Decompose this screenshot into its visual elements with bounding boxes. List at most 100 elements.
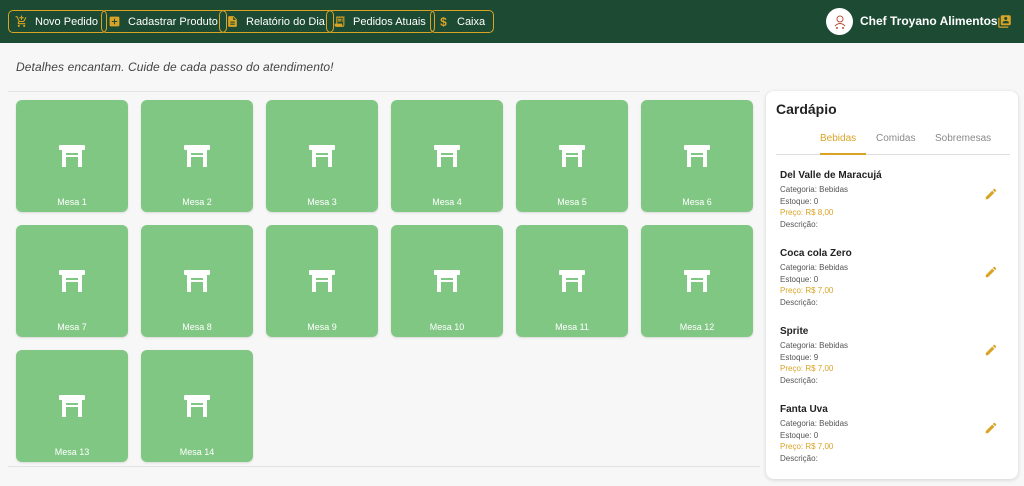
- table-label: Mesa 6: [682, 197, 712, 207]
- current-orders-label: Pedidos Atuais: [353, 15, 426, 28]
- tab-comidas[interactable]: Comidas: [876, 133, 915, 144]
- table-icon: [59, 145, 85, 167]
- register-product-label: Cadastrar Produto: [128, 15, 218, 28]
- table-icon: [184, 270, 210, 292]
- table-card[interactable]: Mesa 2: [141, 100, 253, 212]
- profile-button[interactable]: [996, 13, 1012, 29]
- pencil-icon: [984, 187, 998, 206]
- daily-report-button[interactable]: Relatório do Dia: [219, 10, 334, 33]
- menu-tabs: Bebidas Comidas Sobremesas: [776, 127, 1010, 155]
- new-order-button[interactable]: Novo Pedido: [8, 10, 107, 33]
- tab-sobremesas[interactable]: Sobremesas: [935, 133, 991, 144]
- product-price: Preço: R$ 7,00: [780, 442, 834, 451]
- product-category: Categoria: Bebidas: [780, 341, 849, 350]
- contacts-book-icon: [997, 14, 1011, 28]
- product-stock: Estoque: 0: [780, 430, 819, 440]
- table-card[interactable]: Mesa 13: [16, 350, 128, 462]
- table-label: Mesa 2: [182, 197, 212, 207]
- tables-grid: Mesa 1 Mesa 2 Mesa 3 Mesa 4 Mesa 5 Mesa 6 Mesa…: [8, 91, 760, 467]
- add-box-icon: [108, 15, 121, 28]
- table-label: Mesa 1: [57, 197, 87, 207]
- product-price: Preço: R$ 7,00: [780, 286, 834, 295]
- product-stock: Estoque: 0: [780, 274, 819, 284]
- table-card[interactable]: Mesa 8: [141, 225, 253, 337]
- cashier-label: Caixa: [457, 15, 486, 28]
- table-card[interactable]: Mesa 12: [641, 225, 753, 337]
- product-category: Categoria: Bebidas: [780, 185, 849, 194]
- table-label: Mesa 9: [307, 322, 337, 332]
- product-description: Descrição:: [780, 453, 818, 463]
- table-icon: [184, 145, 210, 167]
- table-icon: [434, 145, 460, 167]
- table-card[interactable]: Mesa 11: [516, 225, 628, 337]
- table-card[interactable]: Mesa 3: [266, 100, 378, 212]
- menu-title: Cardápio: [776, 101, 837, 117]
- table-icon: [559, 270, 585, 292]
- table-label: Mesa 11: [555, 322, 589, 332]
- edit-product-button[interactable]: [984, 265, 998, 284]
- product-description: Descrição:: [780, 375, 818, 385]
- product-item: Coca cola Zero Categoria: Bebidas Estoque:…: [780, 248, 1010, 308]
- document-icon: [226, 15, 239, 28]
- table-icon: [559, 145, 585, 167]
- cart-plus-icon: [15, 15, 28, 28]
- product-description: Descrição:: [780, 219, 818, 229]
- register-product-button[interactable]: Cadastrar Produto: [101, 10, 227, 33]
- product-price: Preço: R$ 7,00: [780, 364, 834, 373]
- edit-product-button[interactable]: [984, 343, 998, 362]
- product-name: Fanta Uva: [780, 404, 828, 415]
- table-card[interactable]: Mesa 7: [16, 225, 128, 337]
- table-label: Mesa 7: [57, 322, 87, 332]
- table-icon: [684, 270, 710, 292]
- new-order-label: Novo Pedido: [35, 15, 98, 28]
- tab-bebidas[interactable]: Bebidas: [820, 133, 856, 144]
- pencil-icon: [984, 343, 998, 362]
- product-name: Del Valle de Maracujá: [780, 170, 882, 181]
- top-bar: Novo Pedido Cadastrar Produto Relatório …: [0, 0, 1024, 43]
- product-item: Del Valle de Maracujá Categoria: Bebidas E…: [780, 170, 1010, 230]
- table-label: Mesa 10: [429, 322, 465, 332]
- product-name: Sprite: [780, 326, 809, 337]
- active-tab-indicator: [820, 153, 866, 155]
- product-stock: Estoque: 9: [780, 352, 819, 362]
- table-icon: [309, 145, 335, 167]
- table-icon: [309, 270, 335, 292]
- table-label: Mesa 8: [182, 322, 212, 332]
- table-card[interactable]: Mesa 9: [266, 225, 378, 337]
- table-card[interactable]: Mesa 6: [641, 100, 753, 212]
- brand-logo: [826, 8, 853, 35]
- table-card[interactable]: Mesa 1: [16, 100, 128, 212]
- table-card[interactable]: Mesa 4: [391, 100, 503, 212]
- product-item: Sprite Categoria: Bebidas Estoque: 9 Preço:…: [780, 326, 1010, 386]
- current-orders-button[interactable]: Pedidos Atuais: [326, 10, 435, 33]
- cashier-button[interactable]: $ Caixa: [430, 10, 495, 33]
- pencil-icon: [984, 421, 998, 440]
- table-icon: [59, 270, 85, 292]
- table-label: Mesa 13: [54, 447, 90, 457]
- table-icon: [684, 145, 710, 167]
- product-stock: Estoque: 0: [780, 196, 819, 206]
- table-card[interactable]: Mesa 10: [391, 225, 503, 337]
- table-card[interactable]: Mesa 14: [141, 350, 253, 462]
- edit-product-button[interactable]: [984, 187, 998, 206]
- table-card[interactable]: Mesa 5: [516, 100, 628, 212]
- pencil-icon: [984, 265, 998, 284]
- table-label: Mesa 3: [307, 197, 337, 207]
- edit-product-button[interactable]: [984, 421, 998, 440]
- menu-panel: Cardápio Bebidas Comidas Sobremesas Del …: [766, 91, 1018, 479]
- product-category: Categoria: Bebidas: [780, 419, 849, 428]
- product-item: Fanta Uva Categoria: Bebidas Estoque: 0 Pre…: [780, 404, 1010, 464]
- brand-name: Chef Troyano Alimentos: [860, 14, 998, 28]
- slogan: Detalhes encantam. Cuide de cada passo d…: [16, 60, 334, 74]
- table-icon: [59, 395, 85, 417]
- product-price: Preço: R$ 8,00: [780, 208, 834, 217]
- daily-report-label: Relatório do Dia: [246, 15, 325, 28]
- table-icon: [184, 395, 210, 417]
- dollar-icon: $: [440, 14, 447, 29]
- product-description: Descrição:: [780, 297, 818, 307]
- receipt-icon: [333, 15, 346, 28]
- product-category: Categoria: Bebidas: [780, 263, 849, 272]
- table-label: Mesa 4: [432, 197, 462, 207]
- product-name: Coca cola Zero: [780, 248, 852, 259]
- table-label: Mesa 12: [679, 322, 715, 332]
